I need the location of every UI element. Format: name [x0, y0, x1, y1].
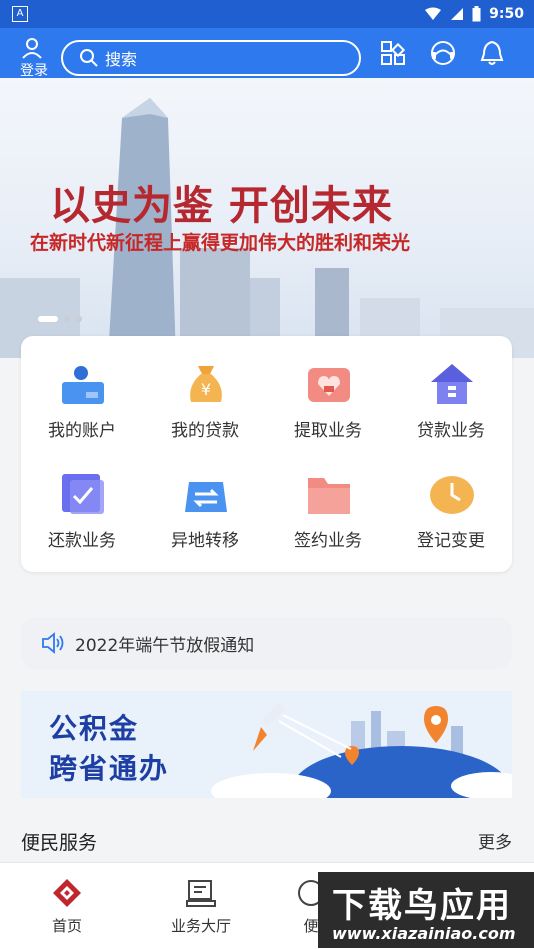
customer-service-icon[interactable]	[430, 40, 456, 66]
service-label: 登记变更	[417, 531, 485, 551]
service-loan-business[interactable]: 贷款业务	[396, 362, 506, 452]
service-label: 我的账户	[48, 421, 116, 441]
repay-icon	[62, 474, 104, 514]
account-icon	[62, 366, 104, 404]
clock-icon	[430, 476, 474, 514]
status-icons: 9:50	[424, 4, 524, 24]
wifi-icon	[425, 7, 442, 20]
more-link[interactable]: 更多	[478, 828, 512, 853]
service-register-change[interactable]: 登记变更	[396, 472, 506, 562]
svg-text:¥: ¥	[201, 380, 211, 399]
nav-label: 首页	[51, 917, 82, 935]
search-input[interactable]: 搜索	[61, 40, 361, 76]
carousel-dot	[76, 316, 82, 322]
house-icon	[431, 364, 473, 404]
nav-home[interactable]: 首页	[12, 877, 122, 936]
hall-icon	[186, 880, 216, 907]
nav-label: 业务大厅	[170, 917, 231, 935]
nav-label: 便	[303, 917, 319, 935]
header-actions	[380, 40, 504, 66]
service-repay[interactable]: 还款业务	[27, 472, 137, 562]
promo-banner[interactable]: 公积金 跨省通办	[21, 691, 512, 798]
service-label: 异地转移	[171, 531, 239, 551]
service-grid: 我的账户 ¥ 我的贷款 提取业务 贷款业务 还款业务 异地转移 签约业务 登记变…	[21, 336, 512, 572]
battery-icon	[472, 6, 481, 22]
carousel-dot	[38, 316, 58, 322]
service-sign[interactable]: 签约业务	[273, 472, 383, 562]
service-label: 贷款业务	[417, 421, 485, 441]
signal-icon	[451, 8, 464, 20]
transfer-icon	[185, 482, 227, 512]
search-icon	[80, 49, 98, 67]
notice-text: 2022年端午节放假通知	[75, 635, 255, 656]
watermark: 下载鸟应用 www.xiazainiao.com	[318, 872, 534, 948]
service-relocate[interactable]: 异地转移	[150, 472, 260, 562]
watermark-line-2: www.xiazainiao.com	[332, 924, 516, 943]
withdraw-icon	[308, 368, 350, 402]
service-my-loan[interactable]: ¥ 我的贷款	[150, 362, 260, 452]
bell-icon[interactable]	[480, 40, 504, 66]
service-my-account[interactable]: 我的账户	[27, 362, 137, 452]
service-label: 签约业务	[294, 531, 362, 551]
banner-title: 以史为鉴 开创未来	[50, 182, 393, 229]
watermark-line-1: 下载鸟应用	[332, 886, 512, 926]
app-indicator-icon: A	[12, 6, 28, 22]
service-withdraw[interactable]: 提取业务	[273, 362, 383, 452]
status-bar: A 9:50	[0, 0, 534, 28]
promo-line-1: 公积金	[49, 712, 140, 745]
money-bag-icon: ¥	[190, 366, 222, 402]
banner-carousel[interactable]: 以史为鉴 开创未来 在新时代新征程上赢得更加伟大的胜利和荣光	[0, 78, 534, 358]
notice-bar[interactable]: 2022年端午节放假通知	[21, 617, 512, 669]
banner-subtitle: 在新时代新征程上赢得更加伟大的胜利和荣光	[30, 232, 411, 254]
carousel-indicator	[38, 316, 82, 322]
search-placeholder: 搜索	[105, 50, 138, 69]
convenience-section-header: 便民服务 更多	[21, 828, 512, 854]
status-time: 9:50	[489, 6, 524, 22]
service-label: 我的贷款	[171, 421, 239, 441]
top-bar: 登录 搜索	[0, 28, 534, 79]
home-icon	[53, 879, 81, 907]
folder-icon	[308, 478, 350, 514]
section-title: 便民服务	[21, 832, 98, 854]
speaker-icon	[42, 632, 64, 654]
carousel-dot	[64, 316, 70, 322]
user-icon	[22, 38, 42, 59]
service-label: 还款业务	[48, 531, 116, 551]
promo-line-2: 跨省通办	[49, 752, 170, 785]
nav-business-hall[interactable]: 业务大厅	[146, 877, 256, 936]
scan-icon[interactable]	[380, 40, 406, 66]
login-button[interactable]: 登录	[10, 36, 50, 79]
service-label: 提取业务	[294, 421, 362, 441]
login-label: 登录	[20, 63, 48, 79]
